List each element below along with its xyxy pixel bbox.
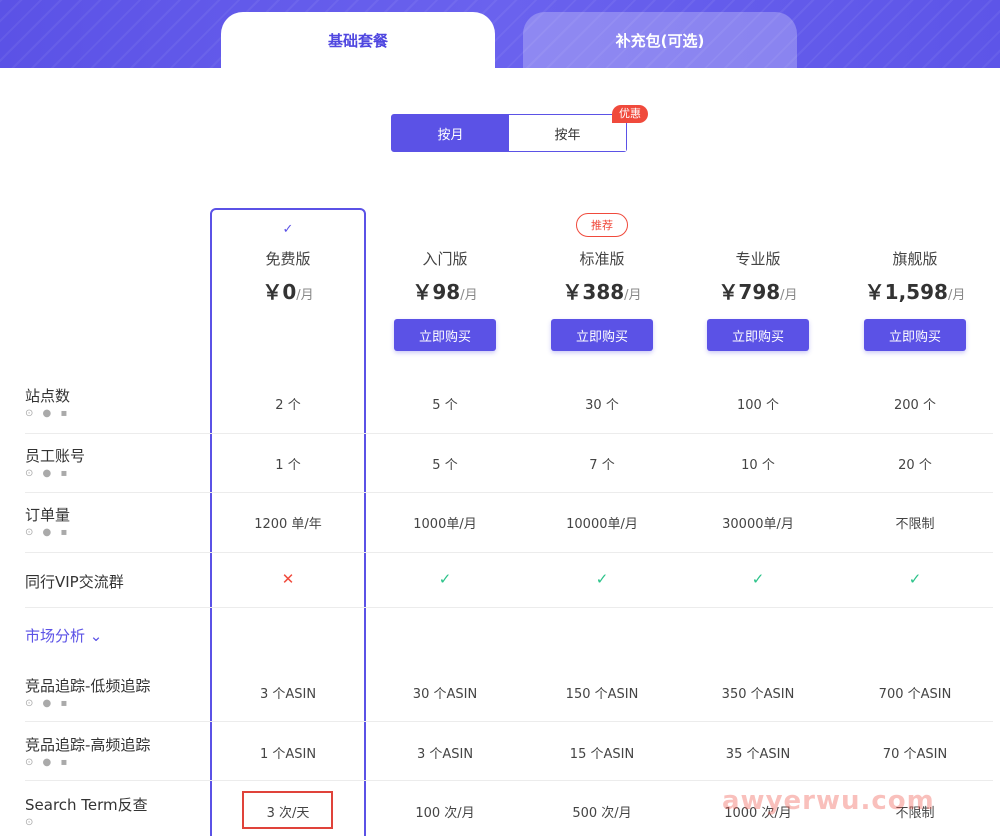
feature-value: 1 个: [275, 458, 301, 473]
platform-icons: ⊙ ● ▪: [25, 527, 71, 538]
billing-yearly-button[interactable]: 按年: [509, 115, 626, 151]
plan-flagship: 旗舰版 ￥1,598/月 立即购买: [837, 208, 993, 368]
feature-label: 同行VIP交流群: [25, 573, 124, 591]
check-icon: ✓: [908, 570, 922, 588]
feature-label: 订单量: [25, 506, 71, 524]
feature-value: 1000单/月: [413, 517, 477, 532]
plan-name: 入门版: [422, 250, 468, 268]
buy-flagship-button[interactable]: 立即购买: [864, 319, 966, 351]
buy-standard-button[interactable]: 立即购买: [551, 319, 653, 351]
discount-badge: 优惠: [612, 105, 648, 123]
feature-value: 1 个ASIN: [259, 747, 317, 762]
feature-value: 10000单/月: [566, 517, 638, 532]
feature-label: Search Term反查: [25, 796, 148, 814]
platform-icons: ⊙ ● ▪: [25, 468, 71, 479]
plan-name: 专业版: [735, 250, 781, 268]
feature-row-vip-group: 同行VIP交流群 ✕ ✓ ✓ ✓ ✓: [25, 553, 993, 608]
feature-value: 3 个ASIN: [259, 687, 317, 702]
platform-icons: ⊙ ● ▪: [25, 408, 71, 419]
plan-pro: 专业版 ￥798/月 立即购买: [680, 208, 836, 368]
feature-label: 竞品追踪-高频追踪: [25, 736, 151, 754]
feature-value: 15 个ASIN: [569, 747, 635, 762]
feature-value: 10 个: [741, 458, 775, 473]
feature-value: 5 个: [432, 458, 458, 473]
billing-period-toggle: 按月 按年 优惠: [391, 105, 648, 152]
buy-starter-button[interactable]: 立即购买: [394, 319, 496, 351]
cross-icon: ✕: [281, 570, 295, 588]
feature-value: 不限制: [895, 517, 935, 532]
feature-value: 2 个: [275, 398, 301, 413]
platform-icons: ⊙ ● ▪: [25, 757, 71, 768]
plan-price: ￥0/月: [262, 280, 314, 304]
plan-price: ￥798/月: [718, 280, 798, 304]
feature-label: 员工账号: [25, 447, 86, 465]
buy-pro-button[interactable]: 立即购买: [707, 319, 809, 351]
billing-monthly-button[interactable]: 按月: [392, 115, 509, 151]
feature-row-staff-accounts: 员工账号 ⊙ ● ▪ 1 个 5 个 7 个 10 个 20 个: [25, 434, 993, 493]
feature-value: 100 个: [737, 398, 779, 413]
feature-value: 100 次/月: [415, 806, 475, 821]
feature-value: 150 个ASIN: [565, 687, 639, 702]
plan-standard: 推荐 标准版 ￥388/月 立即购买: [524, 208, 680, 368]
feature-label: 竞品追踪-低频追踪: [25, 677, 151, 695]
section-market-analysis: 市场分析 ⌄: [25, 608, 993, 662]
feature-value: 7 个: [589, 458, 615, 473]
feature-label: 站点数: [25, 387, 71, 405]
feature-value: 70 个ASIN: [882, 747, 948, 762]
feature-value: 700 个ASIN: [878, 687, 952, 702]
plan-price: ￥98/月: [412, 280, 478, 304]
plan-starter: 入门版 ￥98/月 立即购买: [367, 208, 523, 368]
recommend-badge: 推荐: [576, 213, 628, 237]
feature-value: 20 个: [898, 458, 932, 473]
plan-price: ￥1,598/月: [864, 280, 966, 304]
tab-basic-package[interactable]: 基础套餐: [221, 12, 495, 68]
section-toggle-market[interactable]: 市场分析 ⌄: [25, 625, 102, 646]
plan-name: 旗舰版: [892, 250, 938, 268]
header-band: 基础套餐 补充包(可选): [0, 0, 1000, 68]
feature-value: 5 个: [432, 398, 458, 413]
feature-value: 35 个ASIN: [725, 747, 791, 762]
plan-name: 标准版: [579, 250, 625, 268]
feature-row-orders: 订单量 ⊙ ● ▪ 1200 单/年 1000单/月 10000单/月 3000…: [25, 493, 993, 553]
plan-name: 免费版: [265, 250, 311, 268]
feature-value: 30 个: [585, 398, 619, 413]
plan-free[interactable]: ✓ 免费版 ￥0/月: [210, 208, 366, 368]
annotation-highlight-box: [242, 791, 333, 829]
feature-value: 1200 单/年: [254, 517, 322, 532]
check-icon: ✓: [595, 570, 609, 588]
watermark: awyerwu.com: [722, 786, 935, 816]
feature-value: 3 个ASIN: [416, 747, 474, 762]
feature-row-sites: 站点数 ⊙ ● ▪ 2 个 5 个 30 个 100 个 200 个: [25, 372, 993, 434]
selected-check-icon: ✓: [282, 222, 294, 237]
feature-row-high-freq-tracking: 竞品追踪-高频追踪 ⊙ ● ▪ 1 个ASIN 3 个ASIN 15 个ASIN…: [25, 722, 993, 781]
feature-value: 30000单/月: [722, 517, 794, 532]
check-icon: ✓: [438, 570, 452, 588]
plan-price: ￥388/月: [562, 280, 642, 304]
feature-value: 30 个ASIN: [412, 687, 478, 702]
feature-row-low-freq-tracking: 竞品追踪-低频追踪 ⊙ ● ▪ 3 个ASIN 30 个ASIN 150 个AS…: [25, 662, 993, 722]
check-icon: ✓: [751, 570, 765, 588]
feature-value: 200 个: [894, 398, 936, 413]
feature-value: 500 次/月: [572, 806, 632, 821]
tab-addon-package[interactable]: 补充包(可选): [523, 12, 797, 68]
chrome-icon: ⊙: [25, 817, 37, 828]
platform-icons: ⊙ ● ▪: [25, 698, 71, 709]
feature-value: 350 个ASIN: [721, 687, 795, 702]
